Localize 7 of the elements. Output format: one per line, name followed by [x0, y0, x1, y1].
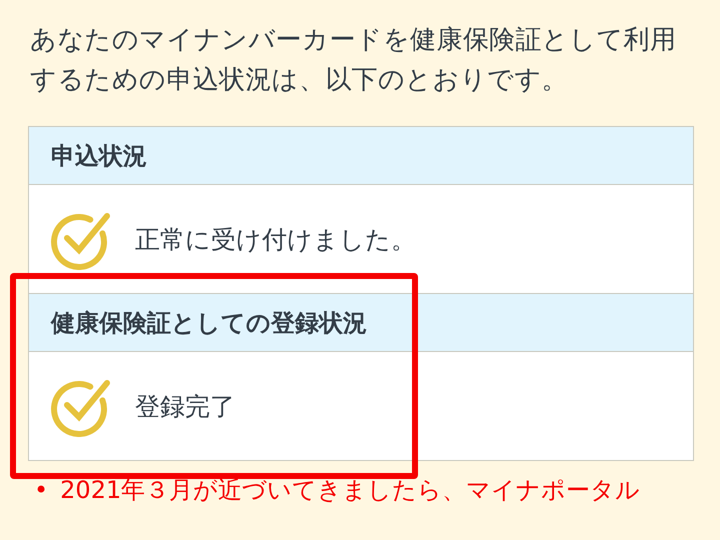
status-text: 登録完了 [135, 390, 235, 422]
bullet: • [34, 475, 48, 506]
section-heading: 申込状況 [51, 140, 147, 172]
note-text: 2021年３月が近づいてきましたら、マイナポータル [60, 475, 640, 506]
intro-text: あなたのマイナンバーカードを健康保険証として利用するための申込状況は、以下のとおりです。 [30, 24, 678, 97]
status-text: 正常に受け付けました。 [135, 224, 416, 256]
section-heading: 健康保険証としての登録状況 [51, 308, 367, 338]
